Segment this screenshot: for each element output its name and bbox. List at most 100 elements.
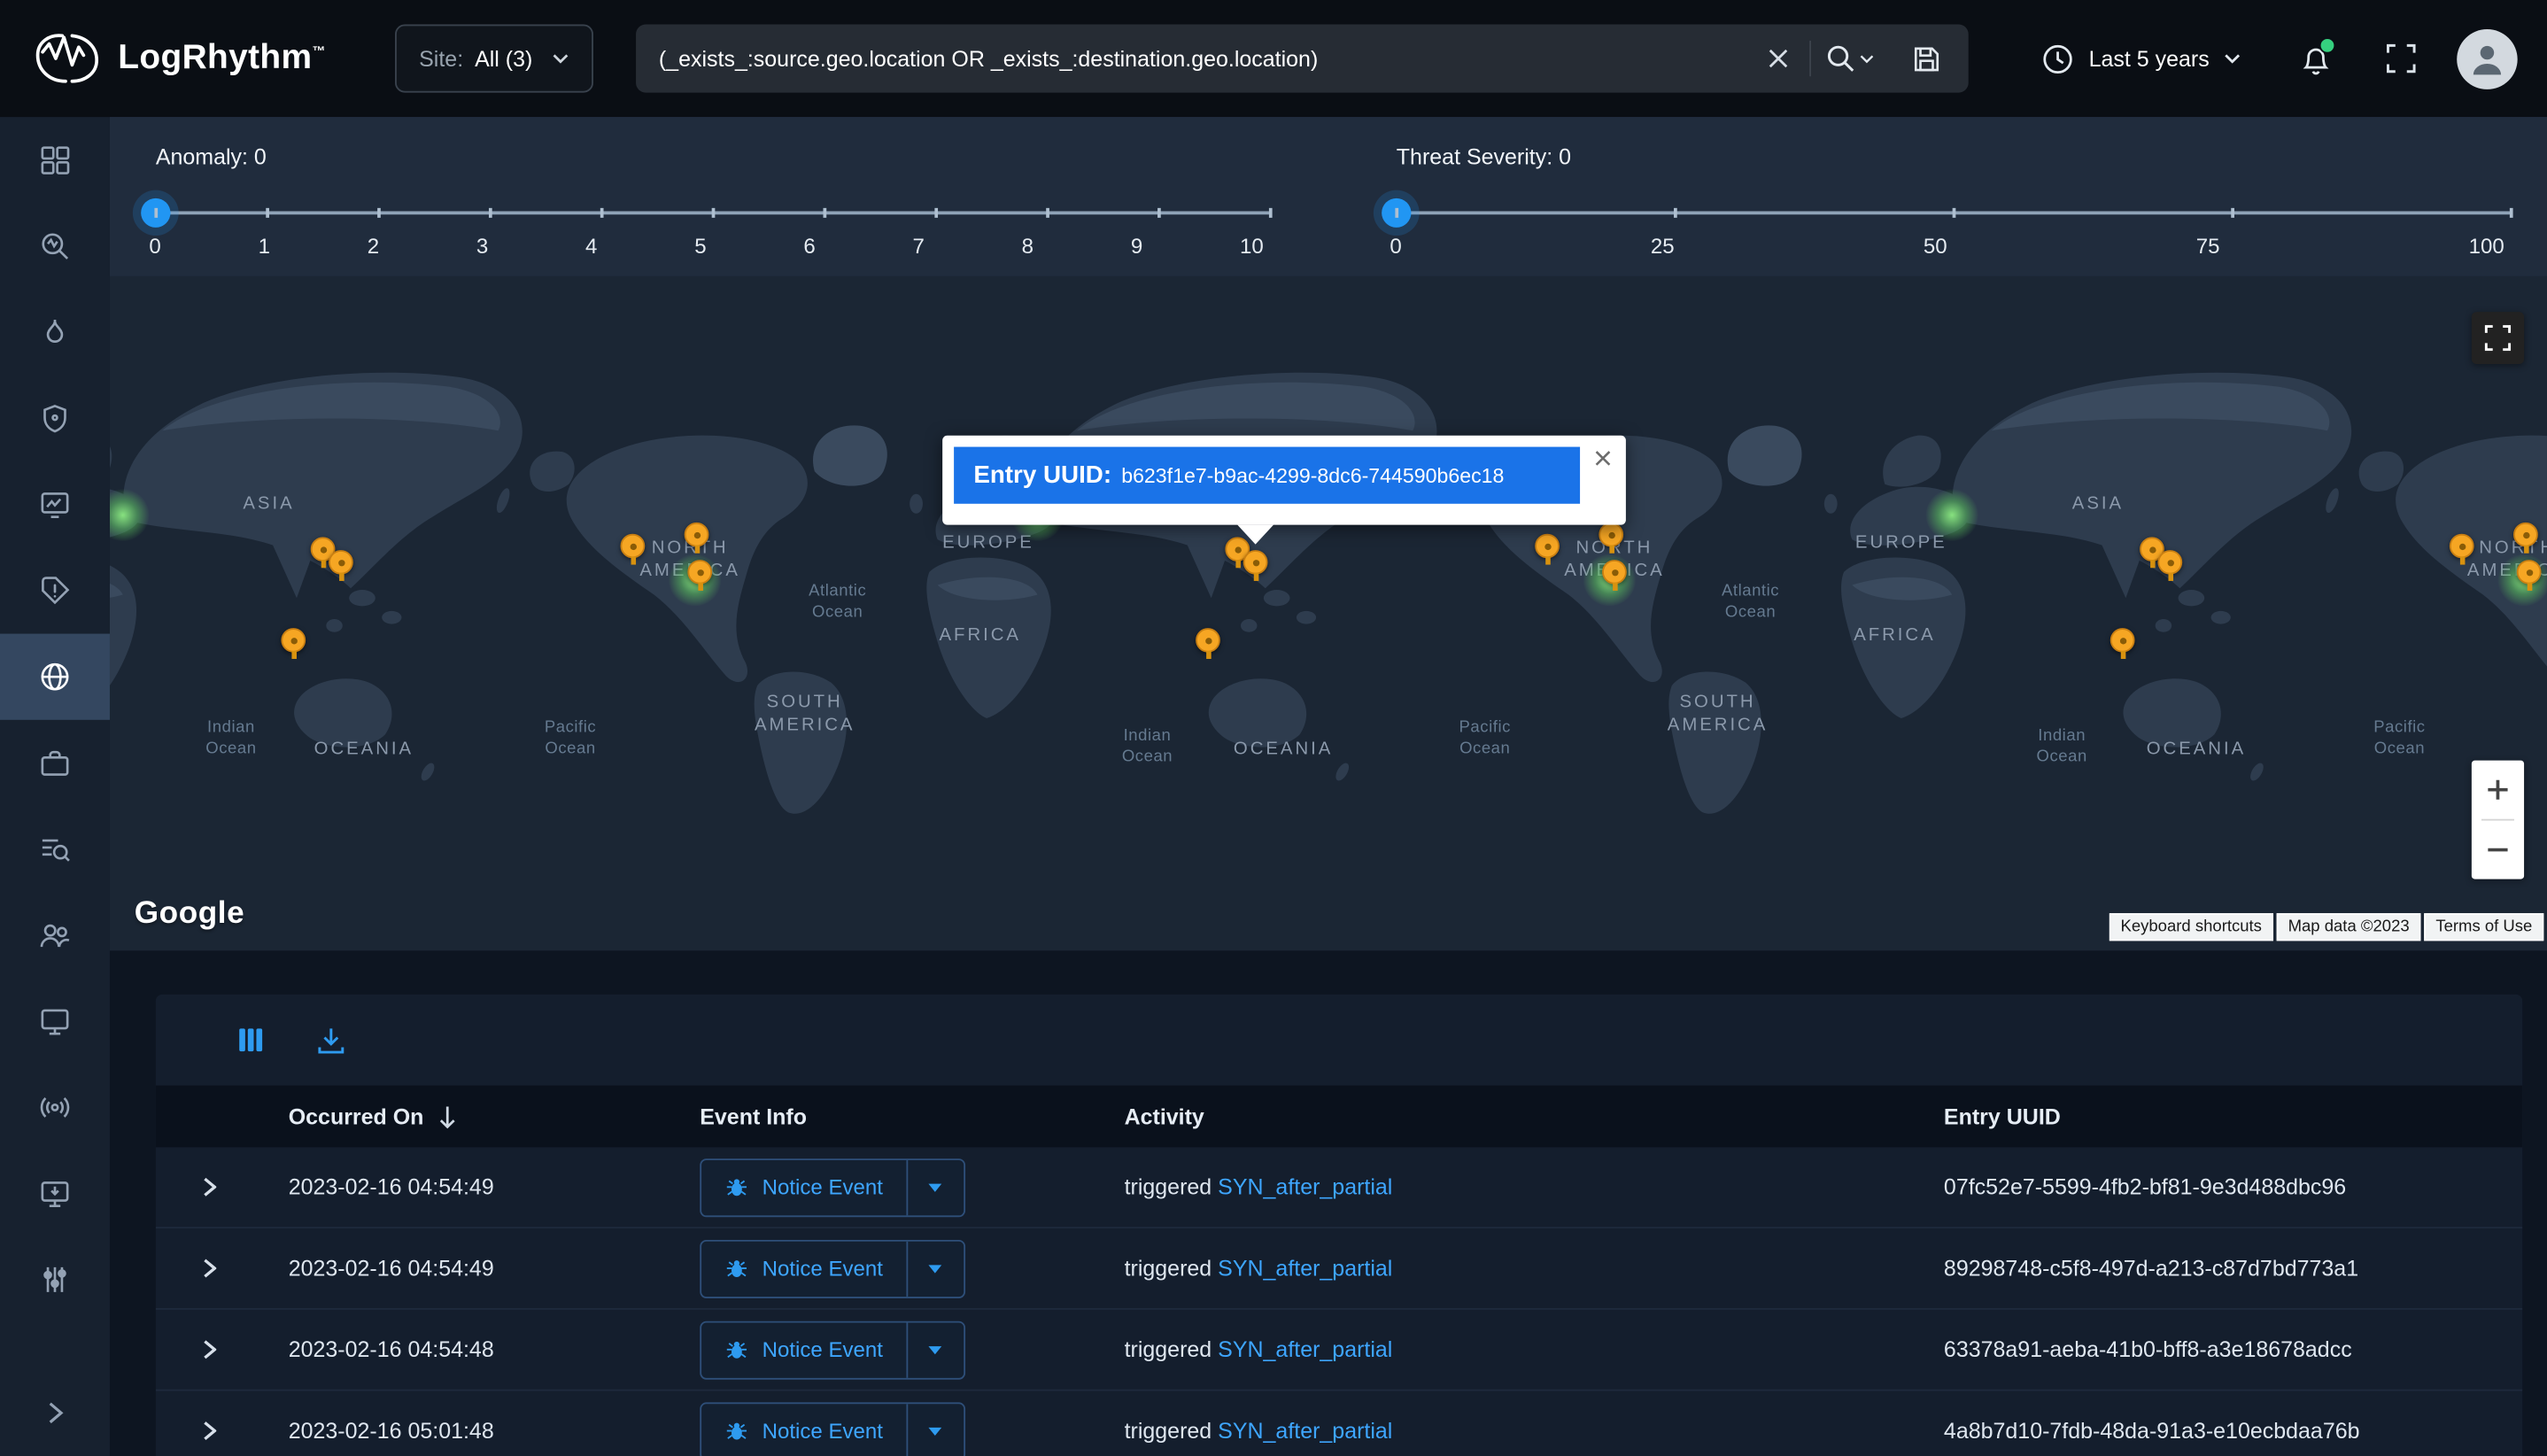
map-attribution: Keyboard shortcutsMap data ©2023Terms of… [2110, 913, 2544, 941]
notice-event-button[interactable]: Notice Event [700, 1402, 964, 1456]
activity-prefix: triggered [1125, 1337, 1219, 1362]
sort-desc-icon [437, 1104, 456, 1129]
columns-button[interactable] [231, 1020, 270, 1059]
sidebar-expand-button[interactable] [0, 1370, 110, 1456]
filters-panel: Anomaly: 0 012345678910 Threat Severity:… [110, 117, 2547, 276]
search-submit-button[interactable] [1815, 31, 1886, 86]
map-pin[interactable] [620, 534, 645, 559]
row-expand-button[interactable] [193, 1411, 226, 1452]
map-attribution-item[interactable]: Map data ©2023 [2277, 913, 2421, 941]
popup-uuid-value: b623f1e7-b9ac-4299-8dc6-744590b6ec18 [1121, 465, 1504, 488]
activity-prefix: triggered [1125, 1419, 1219, 1444]
tick-label: 6 [803, 234, 815, 259]
sidebar-item-alarms[interactable] [0, 547, 110, 633]
bug-icon [724, 1337, 749, 1362]
sidebar-item-users[interactable] [0, 892, 110, 978]
event-dropdown-toggle[interactable] [906, 1159, 964, 1214]
chevron-right-icon [203, 1421, 216, 1442]
monitor-chart-icon [38, 487, 73, 522]
export-button[interactable] [310, 1019, 352, 1060]
time-range-selector[interactable]: Last 5 years [2020, 26, 2264, 90]
map-pin[interactable] [2110, 628, 2135, 653]
event-dropdown-toggle[interactable] [906, 1403, 964, 1456]
table-row[interactable]: 2023-02-16 04:54:48 Notice Event trigger… [156, 1310, 2522, 1391]
threat-slider-track[interactable] [1397, 212, 2511, 215]
activity-link[interactable]: SYN_after_partial [1218, 1175, 1392, 1200]
map-pin[interactable] [2517, 560, 2542, 585]
search-clear-button[interactable] [1750, 31, 1806, 86]
map-pin[interactable] [281, 628, 306, 653]
notifications-button[interactable] [2283, 26, 2349, 90]
column-entry-uuid[interactable]: Entry UUID [1944, 1104, 2522, 1129]
table-row[interactable]: 2023-02-16 04:54:49 Notice Event trigger… [156, 1147, 2522, 1228]
activity-link[interactable]: SYN_after_partial [1218, 1256, 1392, 1281]
map-attribution-item[interactable]: Keyboard shortcuts [2110, 913, 2273, 941]
map-pin[interactable] [1602, 560, 1627, 585]
map-pin[interactable] [1243, 550, 1268, 575]
map-attribution-item[interactable]: Terms of Use [2424, 913, 2543, 941]
sidebar-item-agents[interactable] [0, 979, 110, 1065]
site-selector[interactable]: Site: All (3) [394, 25, 592, 93]
event-info-cell: Notice Event [700, 1239, 1124, 1297]
sidebar-item-threat-activity[interactable] [0, 290, 110, 376]
sidebar-item-cases[interactable] [0, 720, 110, 806]
geo-map[interactable]: ASIANORTH AMERICAAtlantic OceanEUROPEAFR… [110, 276, 2547, 950]
sidebar-item-endpoint[interactable] [0, 1150, 110, 1236]
activity-link[interactable]: SYN_after_partial [1218, 1337, 1392, 1362]
sidebar-item-dashboards[interactable] [0, 117, 110, 203]
user-avatar[interactable] [2457, 28, 2517, 89]
table-row[interactable]: 2023-02-16 05:01:48 Notice Event trigger… [156, 1391, 2522, 1456]
row-expand-button[interactable] [193, 1166, 226, 1207]
map-fullscreen-button[interactable] [2472, 312, 2524, 364]
map-zoom-control [2472, 761, 2524, 879]
map-pin[interactable] [329, 550, 353, 575]
zoom-out-button[interactable] [2472, 821, 2524, 879]
map-pin[interactable] [685, 523, 709, 547]
popup-close-button[interactable] [1591, 444, 1614, 475]
map-pin[interactable] [1599, 523, 1623, 547]
sidebar-item-health[interactable] [0, 461, 110, 547]
map-pin[interactable] [1535, 534, 1560, 559]
map-pin[interactable] [687, 560, 712, 585]
save-search-button[interactable] [1900, 31, 1955, 86]
anomaly-slider-track[interactable] [156, 212, 1270, 215]
tick-mark [712, 208, 715, 218]
time-range-value: Last 5 years [2089, 46, 2210, 71]
map-pin[interactable] [2450, 534, 2474, 559]
column-occurred-on[interactable]: Occurred On [264, 1104, 700, 1129]
row-expand-button[interactable] [193, 1248, 226, 1289]
notice-event-button[interactable]: Notice Event [700, 1320, 964, 1379]
occurred-on-cell: 2023-02-16 05:01:48 [264, 1419, 700, 1444]
search-bar [636, 25, 1969, 93]
activity-link[interactable]: SYN_after_partial [1218, 1419, 1392, 1444]
users-icon [38, 918, 73, 953]
entry-uuid-cell: 63378a91-aeba-41b0-bff8-a3e18678adcc [1944, 1337, 2522, 1362]
threat-severity-filter: Threat Severity: 0 0255075100 [1397, 117, 2524, 276]
fullscreen-button[interactable] [2368, 26, 2434, 90]
column-event-info[interactable]: Event Info [700, 1104, 1124, 1129]
monitor-download-icon [38, 1176, 73, 1211]
sidebar-item-geo-map[interactable] [0, 634, 110, 720]
map-pin[interactable] [1196, 628, 1220, 653]
event-dropdown-toggle[interactable] [906, 1322, 964, 1377]
notice-event-button[interactable]: Notice Event [700, 1158, 964, 1216]
tick-mark [1157, 208, 1160, 218]
google-logo[interactable]: Google [135, 897, 244, 933]
map-pin[interactable] [2157, 550, 2182, 575]
search-input[interactable] [636, 46, 1750, 71]
event-dropdown-toggle[interactable] [906, 1241, 964, 1296]
table-body: 2023-02-16 04:54:49 Notice Event trigger… [156, 1147, 2522, 1456]
sidebar-item-settings[interactable] [0, 1236, 110, 1322]
sidebar-item-security[interactable] [0, 376, 110, 461]
search-icon [1826, 44, 1855, 74]
sidebar-item-analyze[interactable] [0, 203, 110, 289]
map-pin[interactable] [2513, 523, 2538, 547]
notice-event-button[interactable]: Notice Event [700, 1239, 964, 1297]
table-row[interactable]: 2023-02-16 04:54:49 Notice Event trigger… [156, 1228, 2522, 1310]
zoom-in-button[interactable] [2472, 761, 2524, 819]
sidebar-item-network-activity[interactable] [0, 1065, 110, 1150]
row-expand-button[interactable] [193, 1329, 226, 1370]
column-activity[interactable]: Activity [1125, 1104, 1944, 1129]
sidebar-item-log-search[interactable] [0, 806, 110, 892]
tick-label: 100 [2469, 234, 2504, 259]
